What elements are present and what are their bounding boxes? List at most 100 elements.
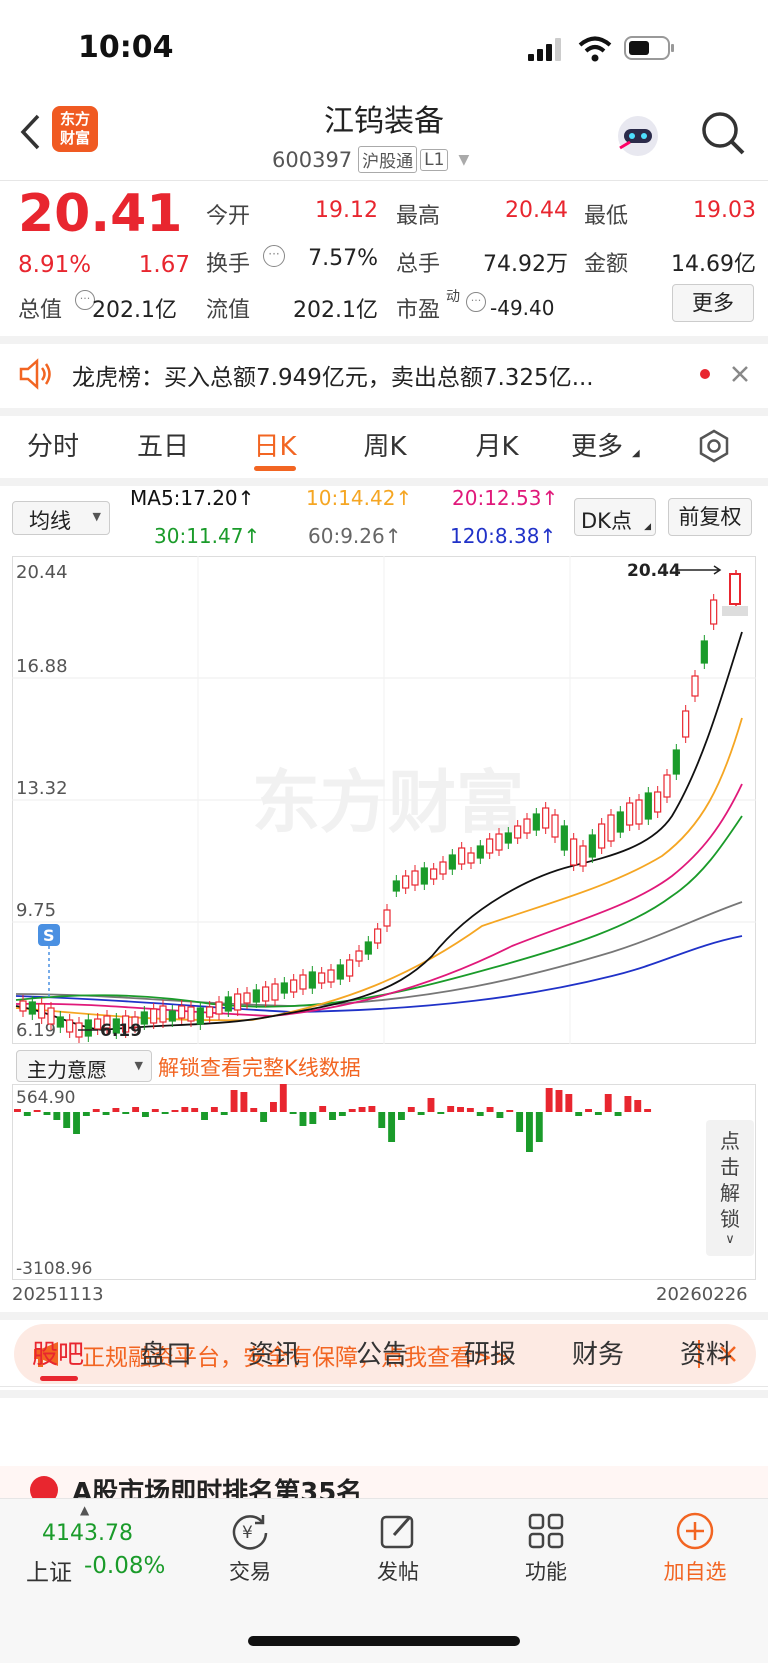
flow-bar: [260, 1112, 268, 1122]
close-icon[interactable]: [730, 364, 750, 388]
flow-bar: [23, 1112, 31, 1116]
flow-bar: [378, 1112, 386, 1128]
tab-monthly-k[interactable]: 月K: [462, 426, 532, 463]
flow-bar: [506, 1110, 514, 1112]
y-label-3: 13.32: [16, 778, 68, 799]
candle-body: [588, 834, 596, 858]
tab-daily-k[interactable]: 日K: [240, 426, 310, 463]
tab-weekly-k[interactable]: 周K: [350, 426, 420, 463]
candle-body: [598, 823, 606, 849]
pe-superscript: 动: [446, 289, 460, 305]
candle-body: [308, 971, 316, 989]
indicator-select[interactable]: 主力意愿 ▼: [16, 1050, 152, 1082]
mcap-label: 总值: [18, 298, 63, 323]
kline-chart[interactable]: 东方财富 20.44 16.88 13.32 9.75 6.19 20.44 6…: [12, 556, 756, 1044]
adjust-button[interactable]: 前复权: [668, 498, 752, 536]
flow-bar: [388, 1112, 396, 1142]
flow-bar: [191, 1108, 199, 1112]
edit-icon: [380, 1515, 414, 1549]
ma20-label: 20:12.53↑: [452, 486, 559, 510]
candle-body: [19, 1000, 27, 1012]
candle-body: [392, 880, 400, 892]
candle-body: [700, 640, 708, 664]
tab-news[interactable]: 资讯: [238, 1334, 310, 1371]
candle-body: [243, 992, 251, 1004]
candle-body: [47, 1007, 55, 1025]
info-icon[interactable]: ···: [466, 292, 486, 312]
flow-bar: [348, 1109, 356, 1112]
notice-text[interactable]: 龙虎榜：买入总额7.949亿元，卖出总额7.325亿...: [72, 358, 672, 392]
flow-bar: [299, 1112, 307, 1126]
flow-bar: [614, 1112, 622, 1116]
flow-bar: [289, 1112, 297, 1114]
level-tag: L1: [420, 148, 449, 171]
tab-research[interactable]: 研报: [454, 1334, 526, 1371]
tab-five-day[interactable]: 五日: [128, 426, 198, 463]
triangle-down-icon: ▼: [92, 510, 101, 523]
watermark: 东方财富: [252, 764, 524, 843]
robot-assistant-icon[interactable]: [614, 112, 662, 164]
pe-value: -49.40: [490, 296, 555, 320]
flow-bar: [604, 1094, 612, 1112]
candle-body: [402, 875, 410, 889]
unlock-link[interactable]: 解锁查看完整K线数据: [158, 1052, 361, 1082]
tab-order-book[interactable]: 盘口: [130, 1334, 202, 1371]
index-change[interactable]: -0.08%: [84, 1553, 165, 1579]
nav-post[interactable]: 发帖: [360, 1511, 436, 1586]
more-button[interactable]: 更多: [672, 284, 754, 322]
last-price: 20.41: [18, 184, 183, 244]
candle-body: [66, 1019, 74, 1033]
tab-more[interactable]: 更多: [562, 426, 632, 463]
candle-body: [206, 1006, 214, 1018]
flow-bar: [270, 1102, 277, 1112]
index-value[interactable]: 4143.78: [42, 1521, 133, 1546]
open-value: 19.12: [315, 198, 378, 223]
candle-body: [374, 928, 382, 944]
candle-body: [644, 792, 652, 820]
candle-body: [271, 983, 279, 1001]
ma-select[interactable]: 均线 ▼: [12, 501, 110, 535]
candle-body: [280, 982, 288, 994]
flow-bar: [575, 1112, 583, 1116]
flow-bar: [329, 1112, 336, 1120]
flow-bar: [466, 1108, 474, 1112]
tab-announcements[interactable]: 公告: [346, 1334, 418, 1371]
turnover-value: 7.57%: [308, 246, 378, 271]
candle-body: [346, 959, 354, 977]
volume-label: 总手: [396, 252, 441, 277]
nav-functions[interactable]: 功能: [508, 1511, 584, 1586]
volume-value: 74.92万: [483, 252, 568, 277]
candle-body: [159, 1005, 167, 1023]
flow-bar: [279, 1084, 287, 1112]
feed-peek[interactable]: A股市场即时排名第35名: [0, 1466, 768, 1502]
chevron-down-icon[interactable]: ▼: [458, 152, 469, 168]
nav-add-watchlist[interactable]: 加自选: [650, 1511, 740, 1586]
svg-text:S: S: [43, 926, 55, 945]
search-icon[interactable]: [700, 110, 746, 160]
turnover-label: 换手: [206, 252, 251, 277]
nav-trade[interactable]: ¥ 交易: [212, 1511, 288, 1586]
flow-bar: [358, 1107, 366, 1112]
tab-financials[interactable]: 财务: [562, 1334, 634, 1371]
flow-bar: [92, 1109, 100, 1112]
candle-body: [654, 791, 662, 813]
candle-body: [672, 749, 680, 775]
candle-body: [364, 941, 372, 955]
flow-bar: [122, 1112, 130, 1114]
low-value: 19.03: [693, 198, 756, 223]
flow-bar: [496, 1112, 504, 1118]
dk-point-button[interactable]: DK点 ◢: [574, 498, 656, 536]
candle-body: [38, 1003, 46, 1019]
tab-forum[interactable]: 股吧: [22, 1334, 94, 1371]
index-name[interactable]: 上证: [26, 1553, 72, 1587]
flow-bar: [14, 1109, 21, 1112]
flow-bar: [526, 1112, 533, 1152]
unlock-side-panel[interactable]: 点击解锁 ∨: [706, 1120, 754, 1256]
tab-profile[interactable]: 资料: [670, 1334, 742, 1371]
candle-body: [290, 979, 298, 993]
tab-intraday[interactable]: 分时: [18, 426, 88, 463]
flow-bar: [102, 1112, 110, 1115]
settings-gear-icon[interactable]: [696, 428, 732, 468]
flow-bar: [368, 1106, 376, 1112]
candle-body: [476, 845, 484, 859]
